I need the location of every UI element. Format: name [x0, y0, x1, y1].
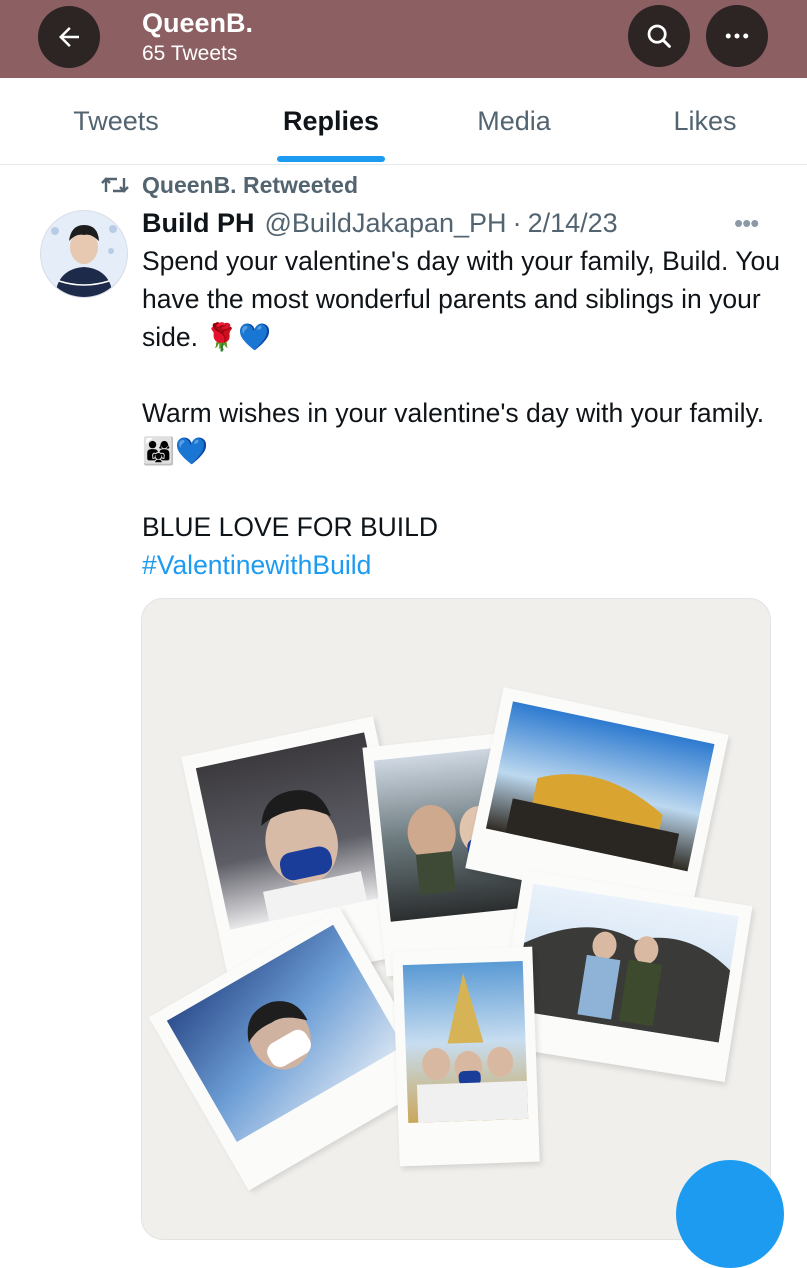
separator: ·: [512, 207, 522, 238]
polaroid-photo: [392, 946, 540, 1167]
retweet-icon: [100, 173, 130, 197]
search-button[interactable]: [628, 5, 690, 67]
more-button[interactable]: [706, 5, 768, 67]
tab-likes[interactable]: Likes: [605, 78, 805, 164]
tab-media[interactable]: Media: [414, 78, 614, 164]
tweet-media-photo[interactable]: [141, 598, 771, 1240]
author-handle[interactable]: @BuildJakapan_PH: [265, 208, 507, 239]
tab-replies[interactable]: Replies: [231, 78, 431, 164]
tweet-paragraph-3: BLUE LOVE FOR BUILD: [142, 512, 439, 542]
tab-tweets[interactable]: Tweets: [18, 78, 214, 164]
tweet-date[interactable]: 2/14/23: [528, 208, 618, 239]
tweet-text: Spend your valentine's day with your fam…: [142, 242, 782, 584]
retweeted-by-label: QueenB. Retweeted: [142, 171, 358, 198]
back-button[interactable]: [38, 6, 100, 68]
arrow-left-icon: [54, 22, 84, 52]
tweet-more-button[interactable]: •••: [734, 208, 759, 239]
hashtag-link[interactable]: #ValentinewithBuild: [142, 546, 782, 584]
more-icon: [722, 21, 752, 51]
profile-name: QueenB.: [142, 8, 254, 38]
avatar[interactable]: [40, 210, 128, 298]
tweet-paragraph-2: Warm wishes in your valentine's day with…: [142, 398, 765, 466]
profile-header: QueenB. 65 Tweets: [0, 0, 807, 78]
retweet-context[interactable]: QueenB. Retweeted: [100, 170, 358, 200]
author-name[interactable]: Build PH: [142, 208, 255, 239]
active-tab-indicator: [277, 156, 385, 162]
tweet-count: 65 Tweets: [142, 42, 238, 65]
tweet-header: Build PH @BuildJakapan_PH · 2/14/23: [142, 204, 618, 242]
tweet-paragraph-1: Spend your valentine's day with your fam…: [142, 246, 780, 352]
compose-tweet-button[interactable]: [676, 1160, 784, 1268]
search-icon: [644, 21, 674, 51]
profile-tabs: Tweets Replies Media Likes: [0, 78, 807, 165]
